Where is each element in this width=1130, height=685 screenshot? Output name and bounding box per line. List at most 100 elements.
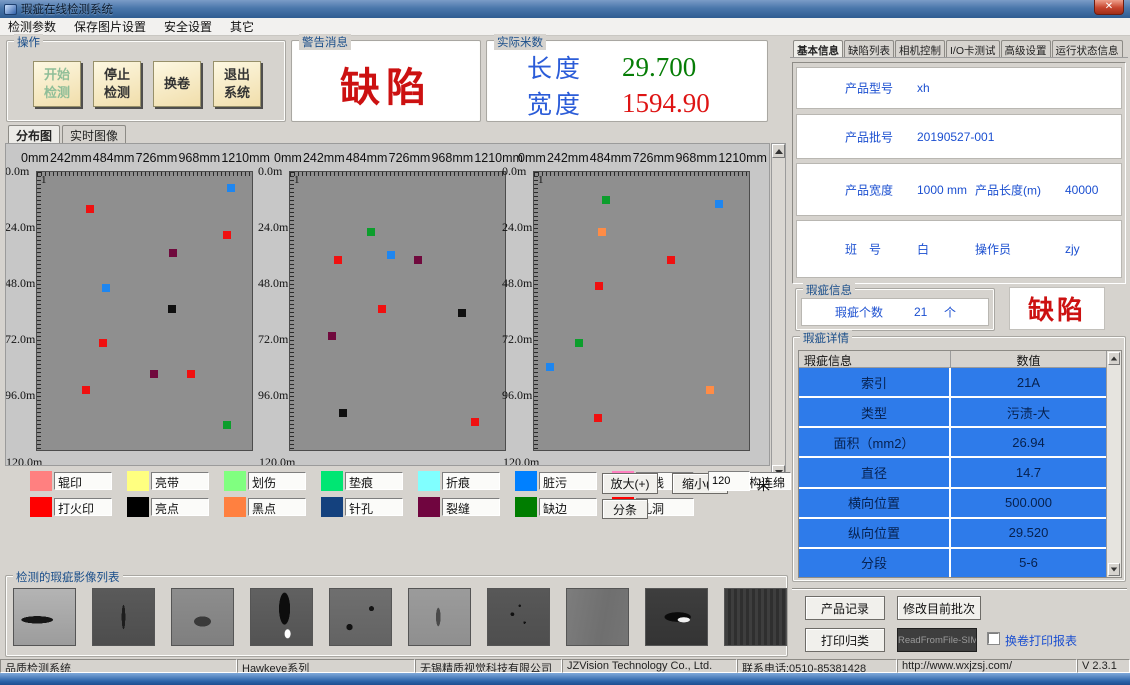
x-tick-label: 242mm [547,151,589,165]
defect-point[interactable] [387,251,395,259]
defect-thumbnail[interactable] [92,588,155,646]
print-classify-button[interactable]: 打印归类 [805,628,885,652]
menu-item-保存图片设置[interactable]: 保存图片设置 [74,18,146,35]
defect-point[interactable] [150,370,158,378]
start-detection-button[interactable]: 开始 检测 [33,61,81,107]
defect-point[interactable] [458,309,466,317]
table-scrollbar[interactable] [1106,351,1121,577]
roll-print-checkbox[interactable] [988,633,999,644]
y-axis-ticks [37,172,41,450]
defect-point[interactable] [367,228,375,236]
defect-point[interactable] [715,200,723,208]
exit-system-button[interactable]: 退出 系统 [213,61,261,107]
tab-基本信息[interactable]: 基本信息 [793,40,843,58]
modify-batch-button[interactable]: 修改目前批次 [897,596,981,620]
defect-point[interactable] [168,305,176,313]
product-info-row: 产品型号xh [796,67,1122,109]
defect-point[interactable] [575,339,583,347]
legend-row-2: 打火印亮点黑点针孔裂缝缺边孔洞 [30,496,792,517]
defect-point[interactable] [602,196,610,204]
tab-分布图[interactable]: 分布图 [8,125,60,143]
split-button[interactable]: 分条 [602,499,648,519]
menu-item-检测参数[interactable]: 检测参数 [8,18,56,35]
tab-高级设置[interactable]: 高级设置 [1001,40,1051,58]
defect-thumbnail[interactable] [724,588,787,646]
defect-point[interactable] [227,184,235,192]
product-info-row: 产品宽度1000 mm产品长度(m)40000 [796,163,1122,216]
defect-point[interactable] [667,256,675,264]
row-value: 21A [951,368,1106,396]
scroll-up-icon[interactable] [772,144,785,158]
defect-thumbnail[interactable] [645,588,708,646]
defect-point[interactable] [82,386,90,394]
defect-thumbnail[interactable] [250,588,313,646]
defect-thumbnail[interactable] [171,588,234,646]
defect-point[interactable] [414,256,422,264]
legend-swatch [515,497,537,517]
tab-运行状态信息[interactable]: 运行状态信息 [1052,40,1123,58]
defect-point[interactable] [102,284,110,292]
menu-item-安全设置[interactable]: 安全设置 [164,18,212,35]
row-label: 分段 [799,549,951,577]
legend-item: 垫痕 [321,470,418,491]
defect-thumbnail[interactable] [329,588,392,646]
table-row[interactable]: 横向位置500.000 [799,489,1106,519]
y-tick-label: 24.0m [258,220,288,235]
status-segment: 无锡精质视觉科技有限公司 [415,659,562,673]
defect-point[interactable] [187,370,195,378]
product-record-button[interactable]: 产品记录 [805,596,885,620]
defect-point[interactable] [471,418,479,426]
defect-point[interactable] [595,282,603,290]
meters-input[interactable] [708,471,750,491]
app-window: 瑕疵在线检测系统 ✕ 检测参数保存图片设置安全设置其它 操作 开始 检测 停止 … [0,0,1130,685]
defect-point[interactable] [223,231,231,239]
defect-point[interactable] [328,332,336,340]
scroll-down-icon[interactable] [1108,563,1120,576]
defect-thumbnail[interactable] [566,588,629,646]
defect-point[interactable] [598,228,606,236]
defect-point[interactable] [339,409,347,417]
menu-item-其它[interactable]: 其它 [230,18,254,35]
field-label: 操作员 [975,241,1011,258]
scatter-plot-2: 1 [289,171,506,451]
table-row[interactable]: 索引21A [799,368,1106,398]
tab-相机控制[interactable]: 相机控制 [895,40,945,58]
defect-point[interactable] [86,205,94,213]
defect-point[interactable] [546,363,554,371]
read-from-file-button[interactable]: ReadFromFile-SIM [897,628,977,652]
x-axis-ticks [290,172,505,176]
defect-point[interactable] [169,249,177,257]
legend-swatch [30,497,52,517]
defect-point[interactable] [594,414,602,422]
legend-label: 脏污 [539,472,597,490]
scroll-up-icon[interactable] [1108,352,1120,365]
table-row[interactable]: 面积（mm2）26.94 [799,428,1106,458]
table-row[interactable]: 直径14.7 [799,458,1106,488]
row-label: 索引 [799,368,951,396]
tab-缺陷列表[interactable]: 缺陷列表 [844,40,894,58]
stop-detection-button[interactable]: 停止 检测 [93,61,141,107]
y-tick-label: 48.0m [258,276,288,291]
table-row[interactable]: 分段5-6 [799,549,1106,577]
chart-vertical-scrollbar[interactable] [771,143,786,480]
defect-point[interactable] [334,256,342,264]
defect-point[interactable] [223,421,231,429]
defect-point[interactable] [99,339,107,347]
table-row[interactable]: 类型污渍-大 [799,398,1106,428]
defect-thumbnail[interactable] [13,588,76,646]
tab-I/O卡测试[interactable]: I/O卡测试 [946,40,1000,58]
defect-thumbnail[interactable] [487,588,550,646]
y-axis-ticks [290,172,294,450]
defect-point[interactable] [378,305,386,313]
defect-thumbnail[interactable] [408,588,471,646]
windows-taskbar[interactable] [0,673,1130,685]
titlebar[interactable]: 瑕疵在线检测系统 ✕ [0,0,1130,18]
close-button[interactable]: ✕ [1094,0,1124,15]
y-tick-label: 0.0m [5,164,35,179]
defect-point[interactable] [706,386,714,394]
tab-实时图像[interactable]: 实时图像 [62,125,126,143]
x-tick-label: 968mm [675,151,717,165]
zoom-in-button[interactable]: 放大(+) [602,473,658,494]
table-row[interactable]: 纵向位置29.520 [799,519,1106,549]
change-roll-button[interactable]: 换卷 [153,61,201,107]
